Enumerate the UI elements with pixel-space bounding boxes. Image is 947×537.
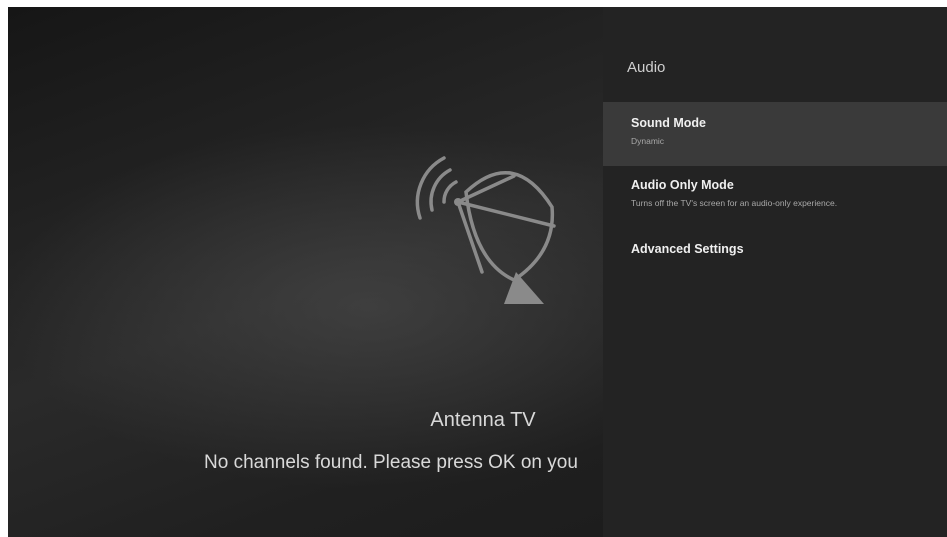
menu-item-label: Advanced Settings	[631, 242, 744, 256]
menu-item-label: Audio Only Mode	[631, 178, 734, 192]
input-source-title: Antenna TV	[430, 409, 536, 431]
menu-item-sound-mode[interactable]: Sound Mode Dynamic	[603, 102, 947, 166]
audio-menu: Sound Mode Dynamic Audio Only Mode Turns…	[603, 102, 947, 282]
menu-item-value: Dynamic	[631, 136, 665, 146]
menu-item-description: Turns off the TV's screen for an audio-o…	[631, 198, 838, 208]
audio-settings-panel: Audio Sound Mode Dynamic Audio Only Mode…	[603, 7, 947, 537]
menu-item-label: Sound Mode	[631, 116, 706, 130]
menu-item-advanced-settings[interactable]: Advanced Settings	[603, 242, 947, 282]
satellite-dish-icon	[415, 156, 556, 304]
menu-item-audio-only-mode[interactable]: Audio Only Mode Turns off the TV's scree…	[603, 166, 947, 242]
panel-title: Audio	[627, 59, 666, 76]
tv-screen: Antenna TV No channels found. Please pre…	[8, 7, 947, 537]
no-channels-message: No channels found. Please press OK on yo…	[204, 452, 578, 473]
